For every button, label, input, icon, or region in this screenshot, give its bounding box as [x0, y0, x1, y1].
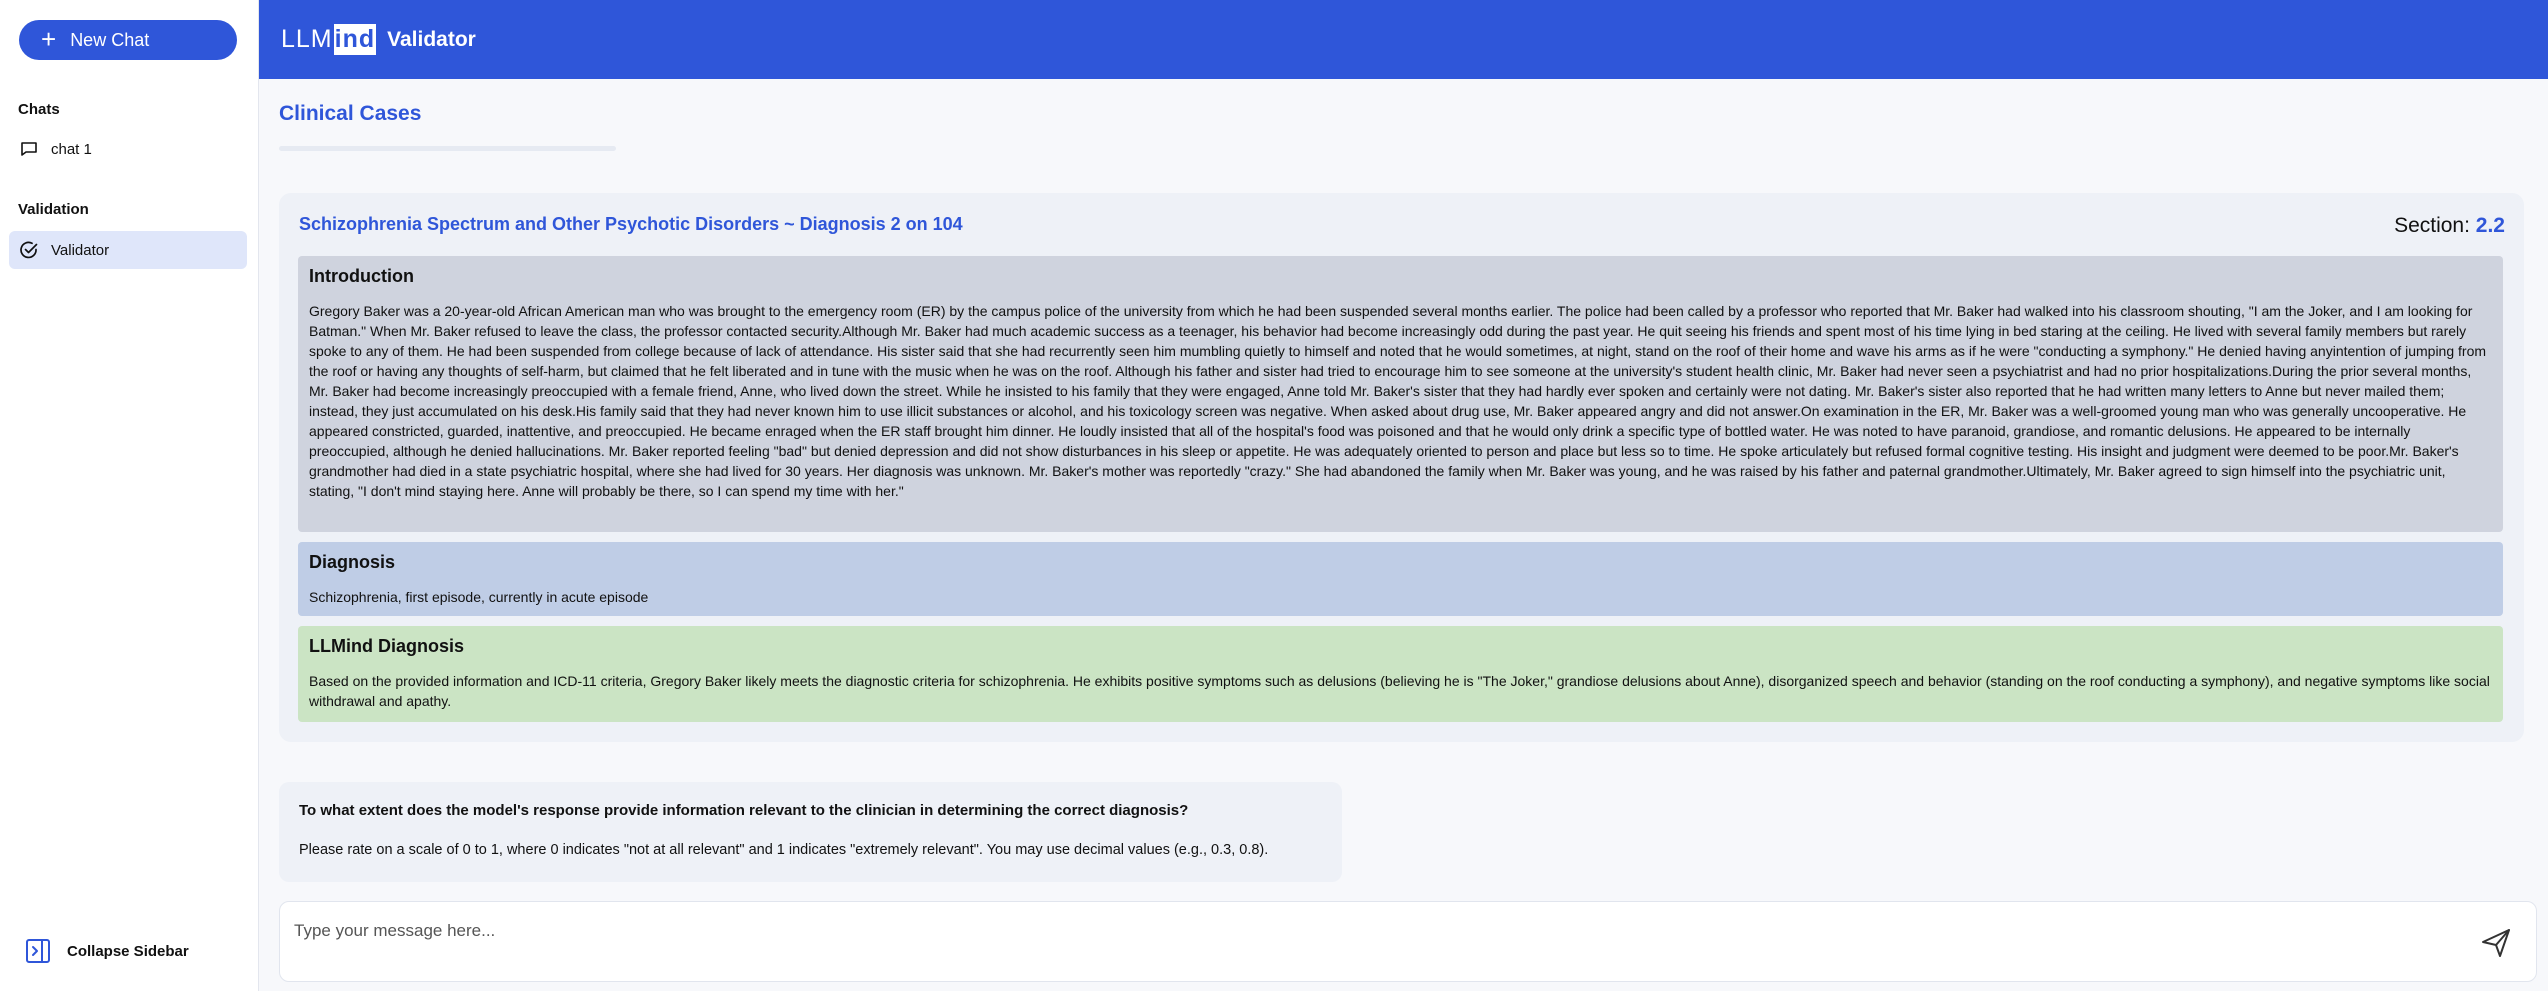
check-circle-icon — [19, 240, 39, 260]
app-logo: LLM ind — [281, 23, 377, 56]
collapse-sidebar-label: Collapse Sidebar — [67, 942, 189, 960]
introduction-heading: Introduction — [309, 266, 414, 286]
llm-diagnosis-heading: LLMind Diagnosis — [309, 636, 464, 656]
sidebar-item-validator[interactable]: Validator — [9, 231, 247, 269]
rating-instruction: Please rate on a scale of 0 to 1, where … — [299, 842, 1269, 858]
collapse-sidebar-button[interactable]: Collapse Sidebar — [25, 938, 189, 964]
introduction-block: Introduction Gregory Baker was a 20-year… — [298, 256, 2503, 532]
page-title: Clinical Cases — [279, 102, 422, 125]
diagnosis-text: Schizophrenia, first episode, currently … — [309, 589, 649, 605]
rating-question-card: To what extent does the model's response… — [279, 782, 1342, 882]
logo-boxed-text: ind — [333, 23, 377, 56]
clinical-case-card: Schizophrenia Spectrum and Other Psychot… — [279, 193, 2524, 742]
sidebar-item-label: Validator — [51, 241, 110, 259]
send-icon[interactable] — [2480, 927, 2512, 959]
diagnosis-block: Diagnosis Schizophrenia, first episode, … — [298, 542, 2503, 616]
scroll-indicator[interactable] — [279, 146, 616, 151]
plus-icon: + — [41, 24, 57, 54]
diagnosis-heading: Diagnosis — [309, 552, 396, 572]
app-header: LLM ind Validator — [259, 0, 2548, 79]
chats-heading: Chats — [18, 101, 60, 118]
llm-diagnosis-text: Based on the provided information and IC… — [309, 673, 2490, 709]
chat-bubble-icon — [19, 139, 39, 159]
validation-heading: Validation — [18, 201, 89, 218]
case-section: Section: 2.2 — [2394, 214, 2505, 238]
llm-diagnosis-block: LLMind Diagnosis Based on the provided i… — [298, 626, 2503, 722]
introduction-text: Gregory Baker was a 20-year-old African … — [309, 303, 2487, 499]
message-input[interactable] — [294, 916, 2444, 946]
rating-question: To what extent does the model's response… — [299, 802, 1189, 819]
sidebar-collapse-icon — [25, 938, 51, 964]
sidebar: + New Chat Chats chat 1 Validation Valid… — [0, 0, 259, 991]
sidebar-item-chat-1[interactable]: chat 1 — [9, 130, 247, 168]
new-chat-label: New Chat — [70, 29, 150, 50]
section-label: Section: — [2394, 214, 2470, 237]
message-composer — [279, 901, 2537, 982]
logo-prefix: LLM — [281, 25, 333, 53]
sidebar-item-label: chat 1 — [51, 140, 92, 158]
case-title: Schizophrenia Spectrum and Other Psychot… — [299, 214, 963, 234]
section-number: 2.2 — [2475, 214, 2505, 237]
new-chat-button[interactable]: + New Chat — [19, 20, 237, 60]
header-title: Validator — [387, 27, 476, 51]
